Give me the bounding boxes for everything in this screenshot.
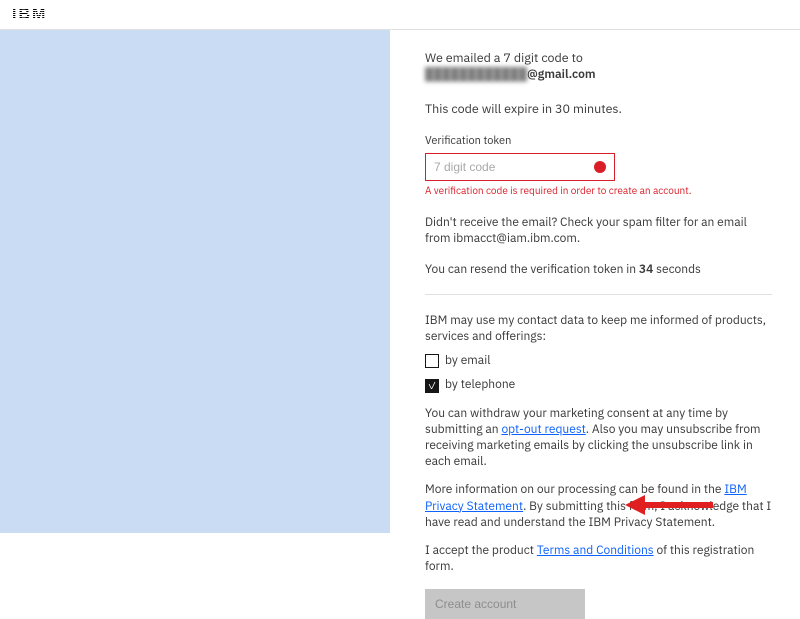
emailed-line: We emailed a 7 digit code to [425,50,772,67]
create-account-button[interactable]: Create account [425,589,585,619]
consent-intro: IBM may use my contact data to keep me i… [425,313,772,345]
token-error: A verification code is required in order… [425,184,772,198]
terms-para: I accept the product Terms and Condition… [425,543,772,575]
email-suffix: @gmail.com [527,67,596,82]
global-header: IBM [0,0,800,30]
consent-phone-row: ✓ by telephone [425,377,772,393]
consent-email-label: by email [445,353,490,369]
target-email: ████████████@gmail.com [425,67,772,83]
illustration-panel [0,30,390,533]
consent-phone-label: by telephone [445,377,515,393]
didnt-receive-text: Didn't receive the email? Check your spa… [425,215,772,247]
terms-prefix: I accept the product [425,543,537,558]
privacy-para: More information on our processing can b… [425,482,772,531]
token-input-wrap [425,153,615,181]
annotation-arrow-icon [625,493,715,517]
resend-prefix: You can resend the verification token in [425,262,639,277]
expire-text: This code will expire in 30 minutes. [425,101,772,118]
warning-icon [594,161,606,173]
ibm-logo[interactable]: IBM [12,7,47,23]
token-label: Verification token [425,134,772,149]
check-icon: ✓ [427,381,436,391]
verify-form: We emailed a 7 digit code to ███████████… [425,30,800,533]
email-masked: ████████████ [425,67,527,82]
consent-email-checkbox[interactable] [425,354,439,368]
consent-email-row: by email [425,353,772,369]
withdraw-para: You can withdraw your marketing consent … [425,406,772,471]
opt-out-link[interactable]: opt-out request [501,422,585,437]
consent-phone-checkbox[interactable]: ✓ [425,379,439,393]
resend-text: You can resend the verification token in… [425,262,772,278]
gap [390,30,425,533]
section-divider [425,294,772,295]
resend-suffix: seconds [653,262,701,277]
token-input[interactable] [434,160,572,174]
body: We emailed a 7 digit code to ███████████… [0,30,800,533]
terms-link[interactable]: Terms and Conditions [537,543,654,558]
resend-seconds: 34 [639,262,653,277]
